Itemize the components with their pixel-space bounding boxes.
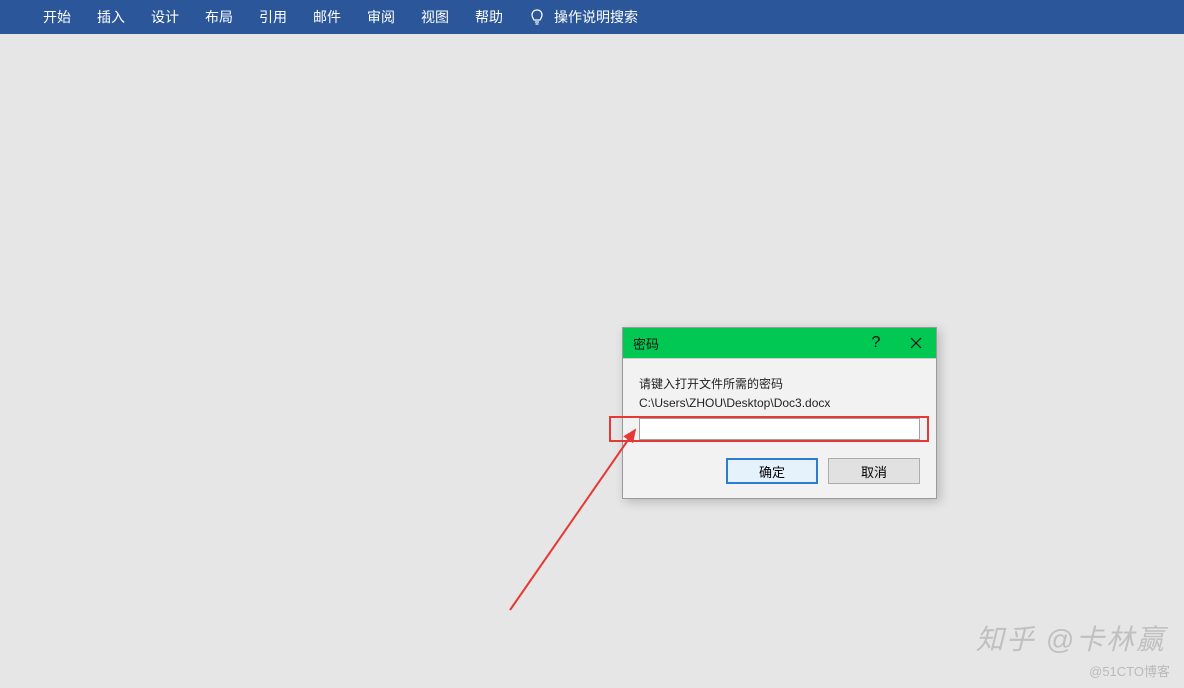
ok-button[interactable]: 确定 <box>726 458 818 484</box>
ribbon-tab-insert[interactable]: 插入 <box>84 0 138 34</box>
dialog-prompt-line2: C:\Users\ZHOU\Desktop\Doc3.docx <box>639 396 830 410</box>
password-input-wrap <box>639 418 920 440</box>
ribbon-tab-references[interactable]: 引用 <box>246 0 300 34</box>
close-icon <box>910 337 922 349</box>
dialog-title: 密码 <box>623 334 659 353</box>
ribbon-tab-review[interactable]: 审阅 <box>354 0 408 34</box>
ribbon-bar: 开始 插入 设计 布局 引用 邮件 审阅 视图 帮助 操作说明搜索 <box>0 0 1184 34</box>
dialog-button-row: 确定 取消 <box>639 458 920 484</box>
dialog-close-button[interactable] <box>896 328 936 358</box>
dialog-help-button[interactable]: ? <box>856 328 896 358</box>
ribbon-tab-home[interactable]: 开始 <box>30 0 84 34</box>
ribbon-tab-view[interactable]: 视图 <box>408 0 462 34</box>
ribbon-tab-design[interactable]: 设计 <box>138 0 192 34</box>
lightbulb-icon <box>530 8 544 26</box>
watermark-sub: @51CTO博客 <box>1089 661 1170 680</box>
ribbon-tab-layout[interactable]: 布局 <box>192 0 246 34</box>
cancel-button[interactable]: 取消 <box>828 458 920 484</box>
password-input[interactable] <box>639 418 920 440</box>
dialog-prompt: 请键入打开文件所需的密码 C:\Users\ZHOU\Desktop\Doc3.… <box>639 375 920 412</box>
ribbon-tab-help[interactable]: 帮助 <box>462 0 516 34</box>
dialog-body: 请键入打开文件所需的密码 C:\Users\ZHOU\Desktop\Doc3.… <box>623 358 936 498</box>
password-dialog: 密码 ? 请键入打开文件所需的密码 C:\Users\ZHOU\Desktop\… <box>622 327 937 499</box>
tell-me-search[interactable]: 操作说明搜索 <box>530 7 638 27</box>
watermark-main: 知乎 @卡林赢 <box>976 618 1166 658</box>
tell-me-label: 操作说明搜索 <box>554 7 638 27</box>
ribbon-tab-mailings[interactable]: 邮件 <box>300 0 354 34</box>
dialog-prompt-line1: 请键入打开文件所需的密码 <box>639 377 783 391</box>
dialog-titlebar[interactable]: 密码 ? <box>623 328 936 358</box>
